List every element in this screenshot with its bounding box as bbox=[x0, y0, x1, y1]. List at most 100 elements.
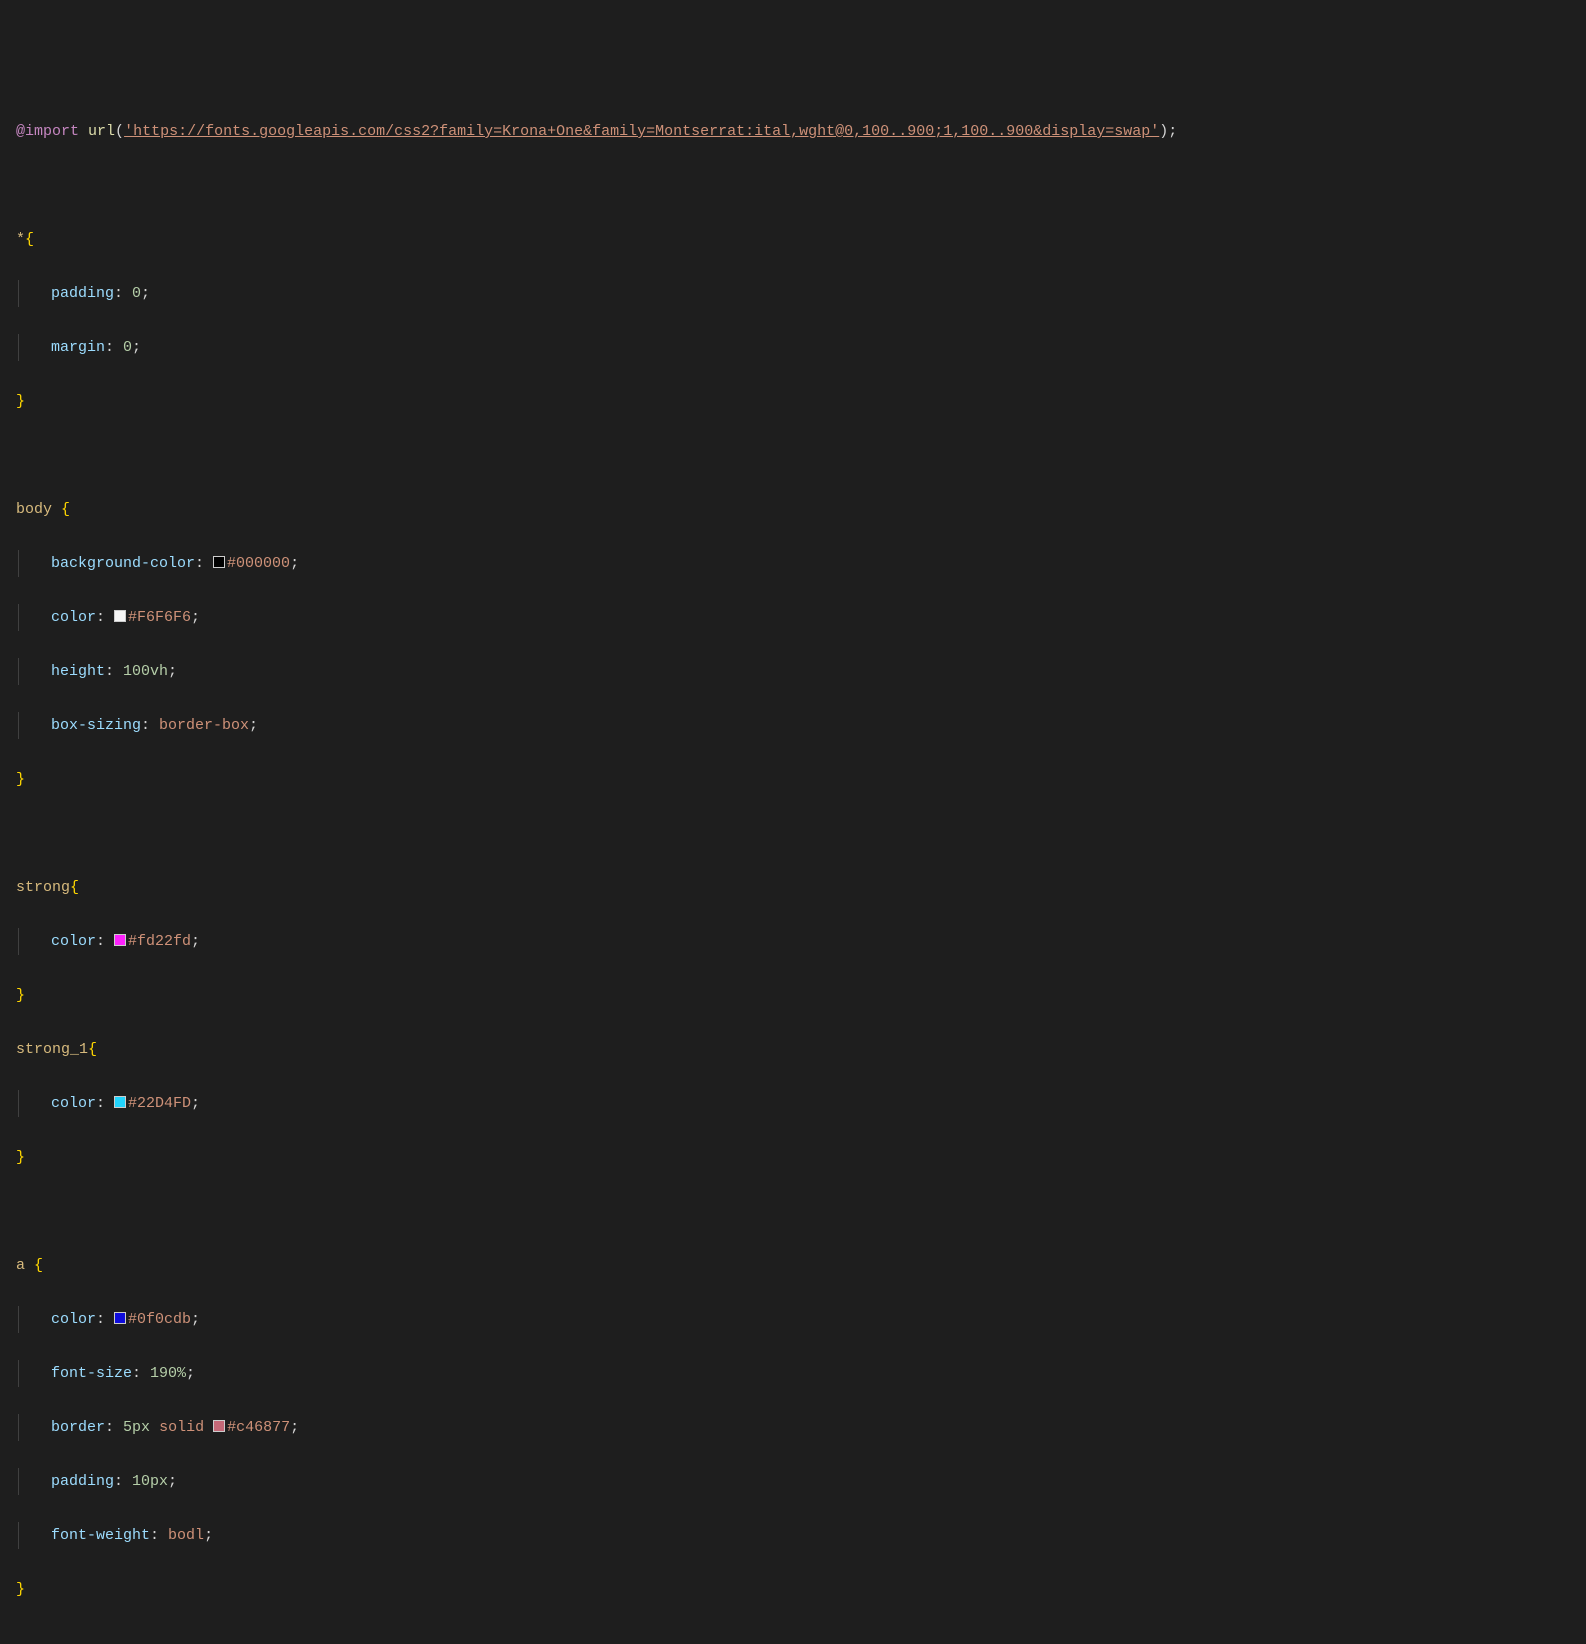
code-line[interactable]: border: 5px solid #c46877; bbox=[16, 1414, 1570, 1441]
brace-open: { bbox=[25, 231, 34, 248]
selector: strong bbox=[16, 879, 70, 896]
value: border-box bbox=[159, 717, 249, 734]
colon: : bbox=[105, 663, 123, 680]
color-swatch-icon[interactable] bbox=[114, 1096, 126, 1108]
blank-line bbox=[16, 172, 1570, 199]
code-line[interactable]: strong_1{ bbox=[16, 1036, 1570, 1063]
code-line[interactable]: body { bbox=[16, 496, 1570, 523]
value: 0 bbox=[132, 285, 141, 302]
blank-line bbox=[16, 820, 1570, 847]
brace-close: } bbox=[16, 987, 25, 1004]
at-rule-keyword: @import bbox=[16, 123, 79, 140]
value: solid bbox=[159, 1419, 204, 1436]
value: #fd22fd bbox=[128, 933, 191, 950]
semicolon: ; bbox=[290, 555, 299, 572]
property: font-size bbox=[51, 1365, 132, 1382]
property: font-weight bbox=[51, 1527, 150, 1544]
semicolon: ; bbox=[191, 1311, 200, 1328]
blank-line bbox=[16, 1198, 1570, 1225]
semicolon: ; bbox=[132, 339, 141, 356]
color-swatch-icon[interactable] bbox=[213, 1420, 225, 1432]
semicolon: ; bbox=[168, 1473, 177, 1490]
code-line[interactable]: color: #22D4FD; bbox=[16, 1090, 1570, 1117]
property: background-color bbox=[51, 555, 195, 572]
property: color bbox=[51, 1311, 96, 1328]
property: box-sizing bbox=[51, 717, 141, 734]
paren-open: ( bbox=[115, 123, 124, 140]
colon: : bbox=[96, 1311, 114, 1328]
property: color bbox=[51, 933, 96, 950]
color-swatch-icon[interactable] bbox=[213, 556, 225, 568]
code-line[interactable]: *{ bbox=[16, 226, 1570, 253]
space bbox=[204, 1419, 213, 1436]
value: 0 bbox=[123, 339, 132, 356]
value: #F6F6F6 bbox=[128, 609, 191, 626]
property: border bbox=[51, 1419, 105, 1436]
code-line[interactable]: } bbox=[16, 982, 1570, 1009]
property: height bbox=[51, 663, 105, 680]
value: 5px bbox=[123, 1419, 150, 1436]
value: 10px bbox=[132, 1473, 168, 1490]
colon: : bbox=[132, 1365, 150, 1382]
code-line[interactable]: background-color: #000000; bbox=[16, 550, 1570, 577]
code-line[interactable]: } bbox=[16, 1576, 1570, 1603]
brace-close: } bbox=[16, 1581, 25, 1598]
brace-close: } bbox=[16, 1149, 25, 1166]
colon: : bbox=[195, 555, 213, 572]
colon: : bbox=[105, 339, 123, 356]
colon: : bbox=[150, 1527, 168, 1544]
paren-close: ) bbox=[1159, 123, 1168, 140]
code-line[interactable]: a { bbox=[16, 1252, 1570, 1279]
code-line[interactable]: color: #fd22fd; bbox=[16, 928, 1570, 955]
code-line[interactable]: box-sizing: border-box; bbox=[16, 712, 1570, 739]
property: padding bbox=[51, 1473, 114, 1490]
property: color bbox=[51, 1095, 96, 1112]
value: #22D4FD bbox=[128, 1095, 191, 1112]
value: #c46877 bbox=[227, 1419, 290, 1436]
code-line[interactable]: font-size: 190%; bbox=[16, 1360, 1570, 1387]
brace-open: { bbox=[70, 879, 79, 896]
property: margin bbox=[51, 339, 105, 356]
value: 190% bbox=[150, 1365, 186, 1382]
colon: : bbox=[114, 285, 132, 302]
semicolon: ; bbox=[204, 1527, 213, 1544]
brace-close: } bbox=[16, 771, 25, 788]
brace-open: { bbox=[61, 501, 70, 518]
code-line[interactable]: color: #F6F6F6; bbox=[16, 604, 1570, 631]
code-line[interactable]: margin: 0; bbox=[16, 334, 1570, 361]
code-line[interactable]: } bbox=[16, 388, 1570, 415]
color-swatch-icon[interactable] bbox=[114, 610, 126, 622]
semicolon: ; bbox=[141, 285, 150, 302]
code-line[interactable]: } bbox=[16, 1144, 1570, 1171]
colon: : bbox=[96, 609, 114, 626]
semicolon: ; bbox=[191, 609, 200, 626]
semicolon: ; bbox=[1168, 123, 1177, 140]
semicolon: ; bbox=[191, 1095, 200, 1112]
code-line[interactable]: font-weight: bodl; bbox=[16, 1522, 1570, 1549]
color-swatch-icon[interactable] bbox=[114, 934, 126, 946]
selector: * bbox=[16, 231, 25, 248]
colon: : bbox=[96, 1095, 114, 1112]
url-string: 'https://fonts.googleapis.com/css2?famil… bbox=[124, 123, 1159, 140]
brace-close: } bbox=[16, 393, 25, 410]
colon: : bbox=[114, 1473, 132, 1490]
code-line[interactable]: strong{ bbox=[16, 874, 1570, 901]
function-name: url bbox=[88, 123, 115, 140]
selector: strong_1 bbox=[16, 1041, 88, 1058]
semicolon: ; bbox=[191, 933, 200, 950]
color-swatch-icon[interactable] bbox=[114, 1312, 126, 1324]
brace-open: { bbox=[88, 1041, 97, 1058]
semicolon: ; bbox=[186, 1365, 195, 1382]
property: padding bbox=[51, 285, 114, 302]
code-line[interactable]: @import url('https://fonts.googleapis.co… bbox=[16, 118, 1570, 145]
code-line[interactable]: padding: 0; bbox=[16, 280, 1570, 307]
value: bodl bbox=[168, 1527, 204, 1544]
code-line[interactable]: } bbox=[16, 766, 1570, 793]
selector: a bbox=[16, 1257, 34, 1274]
code-line[interactable]: height: 100vh; bbox=[16, 658, 1570, 685]
semicolon: ; bbox=[290, 1419, 299, 1436]
code-line[interactable]: color: #0f0cdb; bbox=[16, 1306, 1570, 1333]
colon: : bbox=[96, 933, 114, 950]
code-line[interactable]: padding: 10px; bbox=[16, 1468, 1570, 1495]
value: #000000 bbox=[227, 555, 290, 572]
